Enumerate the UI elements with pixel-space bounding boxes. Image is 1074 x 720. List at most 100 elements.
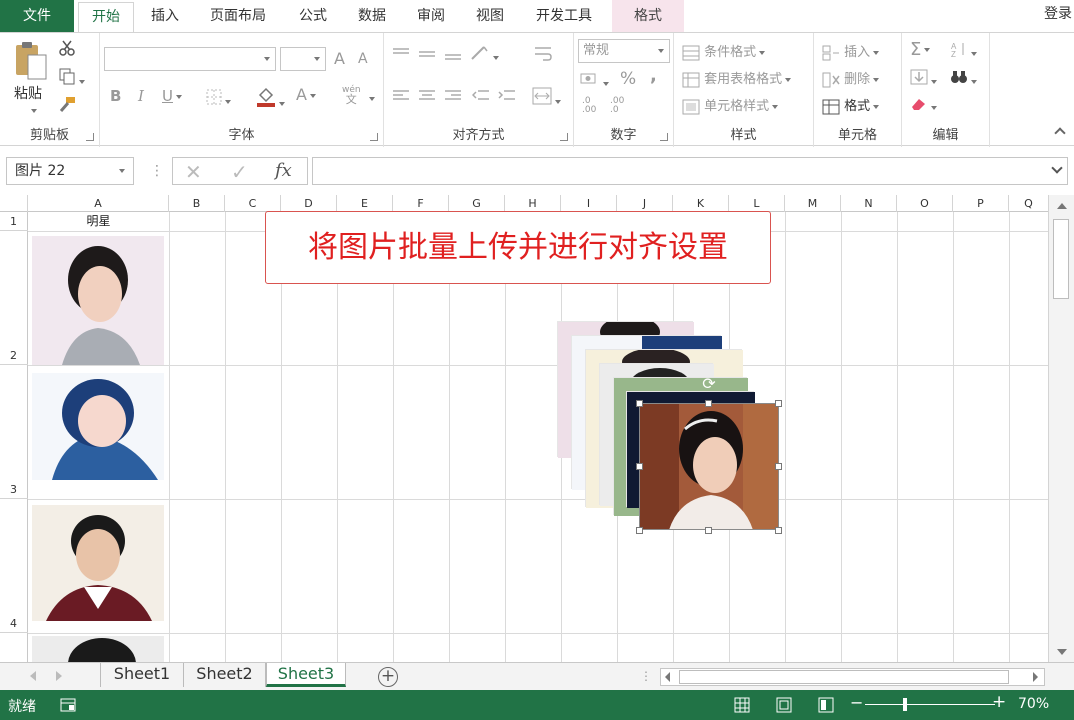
horizontal-scrollbar[interactable] [660, 668, 1045, 686]
cell-a1[interactable]: 明星 [28, 212, 169, 231]
tab-formulas[interactable]: 公式 [288, 0, 338, 32]
font-color-button[interactable]: A [296, 85, 316, 104]
formula-input[interactable] [312, 157, 1068, 185]
column-header[interactable]: L [729, 195, 785, 212]
format-as-table-button[interactable]: 套用表格格式 [682, 68, 792, 88]
font-launcher[interactable] [370, 133, 378, 141]
resize-handle[interactable] [636, 463, 643, 470]
row-header[interactable]: 4 [0, 499, 28, 633]
shrink-font-button[interactable]: A [358, 51, 368, 67]
tab-page-layout[interactable]: 页面布局 [198, 0, 278, 32]
title-textbox[interactable]: 将图片批量上传并进行对齐设置 [265, 211, 771, 284]
prev-sheet-icon[interactable] [30, 671, 36, 681]
resize-handle[interactable] [705, 527, 712, 534]
row-header[interactable]: 2 [0, 231, 28, 365]
scroll-left-icon[interactable] [665, 672, 670, 682]
align-right-button[interactable] [444, 89, 462, 107]
tab-picture-format[interactable]: 格式 [612, 0, 684, 32]
comma-style-button[interactable]: , [650, 65, 657, 86]
bold-button[interactable]: B [110, 87, 121, 105]
tab-view[interactable]: 视图 [464, 0, 516, 32]
column-header[interactable]: D [281, 195, 337, 212]
column-header[interactable]: Q [1009, 195, 1048, 212]
percent-button[interactable]: % [620, 69, 636, 89]
column-header[interactable]: N [841, 195, 897, 212]
column-header[interactable]: O [897, 195, 953, 212]
column-header[interactable]: M [785, 195, 841, 212]
resize-handle[interactable] [775, 400, 782, 407]
zoom-slider-track[interactable] [865, 704, 995, 705]
next-sheet-icon[interactable] [56, 671, 62, 681]
tab-review[interactable]: 审阅 [406, 0, 456, 32]
tab-insert[interactable]: 插入 [140, 0, 190, 32]
scroll-down-icon[interactable] [1057, 649, 1067, 655]
sheet-tab-sheet3[interactable]: Sheet3 [266, 663, 346, 687]
column-header[interactable]: I [561, 195, 617, 212]
increase-indent-button[interactable] [498, 89, 516, 107]
horizontal-scroll-thumb[interactable] [679, 670, 1009, 684]
column-header[interactable]: C [225, 195, 281, 212]
format-painter-button[interactable] [58, 95, 76, 117]
select-all-corner[interactable] [0, 195, 28, 212]
phonetic-dropdown[interactable] [366, 91, 375, 106]
alignment-launcher[interactable] [560, 133, 568, 141]
resize-handle[interactable] [636, 527, 643, 534]
clear-button[interactable] [910, 95, 937, 115]
border-button[interactable] [206, 89, 231, 109]
tab-file[interactable]: 文件 [0, 0, 74, 32]
zoom-out-button[interactable]: − [850, 693, 863, 712]
resize-handle[interactable] [775, 527, 782, 534]
fill-button[interactable] [910, 69, 937, 89]
grow-font-button[interactable]: A [334, 49, 345, 68]
resize-handle[interactable] [636, 400, 643, 407]
font-name-combo[interactable] [104, 47, 276, 71]
insert-function-icon[interactable]: fx [275, 160, 292, 181]
column-header[interactable]: B [169, 195, 225, 212]
celebrity-photo[interactable] [32, 236, 164, 365]
collapse-ribbon-icon[interactable] [1054, 127, 1066, 139]
tab-developer[interactable]: 开发工具 [524, 0, 604, 32]
cell-styles-button[interactable]: 单元格样式 [682, 95, 779, 115]
autosum-button[interactable]: Σ [910, 39, 931, 60]
italic-button[interactable]: I [138, 87, 144, 105]
enter-icon[interactable]: ✓ [231, 160, 248, 184]
page-break-view-icon[interactable] [818, 697, 834, 717]
row-header[interactable]: 1 [0, 212, 28, 231]
column-header[interactable]: H [505, 195, 561, 212]
column-header[interactable]: J [617, 195, 673, 212]
rotate-handle-icon[interactable]: ⟳ [700, 375, 718, 393]
zoom-level[interactable]: 70% [1018, 696, 1049, 712]
name-box[interactable]: 图片 22 [6, 157, 134, 185]
align-middle-button[interactable] [418, 47, 436, 65]
vertical-scroll-thumb[interactable] [1053, 219, 1069, 299]
column-header[interactable]: E [337, 195, 393, 212]
accounting-format-button[interactable] [580, 71, 609, 91]
celebrity-photo[interactable] [32, 373, 164, 480]
sort-filter-button[interactable]: AZ [950, 41, 977, 61]
login-link[interactable]: 登录 [1044, 0, 1072, 28]
tab-data[interactable]: 数据 [346, 0, 398, 32]
row-header[interactable]: 3 [0, 365, 28, 499]
sheet-tab-sheet1[interactable]: Sheet1 [100, 663, 184, 687]
column-header[interactable]: K [673, 195, 729, 212]
celebrity-photo[interactable] [32, 505, 164, 621]
add-sheet-button[interactable]: + [378, 667, 398, 687]
number-launcher[interactable] [660, 133, 668, 141]
cut-button[interactable] [58, 39, 76, 61]
scroll-up-icon[interactable] [1057, 203, 1067, 209]
paste-dropdown[interactable] [28, 103, 37, 118]
column-header[interactable]: G [449, 195, 505, 212]
tab-split-handle[interactable]: ⋮ [640, 669, 652, 683]
celebrity-photo[interactable] [32, 636, 164, 662]
wrap-text-button[interactable] [534, 45, 552, 67]
resize-handle[interactable] [775, 463, 782, 470]
zoom-in-button[interactable]: + [992, 692, 1006, 712]
cancel-icon[interactable]: ✕ [185, 160, 202, 184]
find-select-button[interactable] [950, 69, 977, 89]
resize-handle[interactable] [705, 400, 712, 407]
conditional-formatting-button[interactable]: 条件格式 [682, 41, 766, 61]
insert-cells-button[interactable]: 插入 [822, 41, 880, 61]
number-format-combo[interactable]: 常规 [578, 39, 670, 63]
vertical-scrollbar[interactable] [1048, 195, 1074, 662]
clipboard-launcher[interactable] [86, 133, 94, 141]
